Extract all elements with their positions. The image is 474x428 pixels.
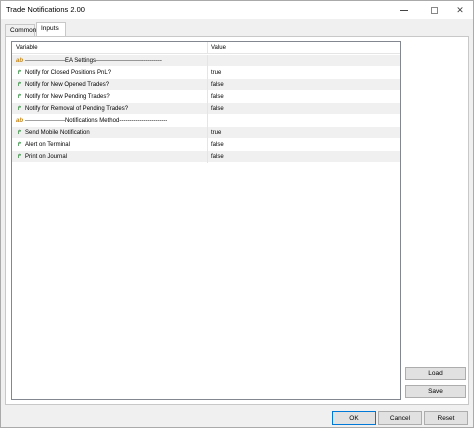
value-cell[interactable]: true — [211, 70, 221, 76]
grid-header: Variable Value — [12, 42, 400, 54]
variable-cell: Alert on Terminal — [25, 142, 70, 148]
table-row[interactable]: ab --------------------Notifications Meth… — [12, 115, 400, 127]
variable-cell: Send Mobile Notification — [25, 130, 90, 136]
variable-cell: Notify for New Pending Trades? — [25, 94, 110, 100]
table-row[interactable]: ab --------------------EA Settings-------… — [12, 55, 400, 67]
parameter-icon: ↱ — [16, 106, 23, 112]
table-row[interactable]: ↱ Notify for Removal of Pending Trades? fa… — [12, 103, 400, 115]
minimize-icon — [400, 9, 408, 11]
inputs-grid: Variable Value ab --------------------EA … — [11, 41, 401, 400]
cell-divider — [207, 139, 208, 151]
maximize-icon — [430, 6, 438, 14]
cell-divider — [207, 127, 208, 139]
variable-cell: Print on Journal — [25, 154, 68, 160]
ab-text-icon: ab — [15, 58, 23, 64]
cell-divider — [207, 91, 208, 103]
cell-divider — [207, 103, 208, 115]
variable-cell: --------------------Notifications Method… — [25, 118, 168, 124]
table-row[interactable]: ↱ Notify for Closed Positions PnL? true — [12, 67, 400, 79]
inputs-panel: Variable Value ab --------------------EA … — [5, 36, 469, 405]
cell-divider — [207, 67, 208, 79]
minimize-button[interactable] — [391, 1, 417, 19]
dialog-window: Trade Notifications 2.00 ✕ Common Inputs… — [0, 0, 474, 428]
table-row[interactable]: ↱ Send Mobile Notification true — [12, 127, 400, 139]
title-bar[interactable]: Trade Notifications 2.00 ✕ — [1, 1, 473, 19]
variable-cell: Notify for Closed Positions PnL? — [25, 70, 112, 76]
ok-button[interactable]: OK — [332, 411, 376, 425]
column-divider[interactable] — [207, 42, 208, 54]
cancel-button[interactable]: Cancel — [378, 411, 422, 425]
table-row[interactable]: ↱ Alert on Terminal false — [12, 139, 400, 151]
value-cell[interactable]: false — [211, 82, 224, 88]
cell-divider — [207, 151, 208, 163]
parameter-icon: ↱ — [16, 142, 23, 148]
table-row[interactable]: ↱ Notify for New Pending Trades? false — [12, 91, 400, 103]
value-cell[interactable]: true — [211, 130, 221, 136]
close-button[interactable]: ✕ — [447, 1, 473, 19]
parameter-icon: ↱ — [16, 130, 23, 136]
value-cell[interactable]: false — [211, 154, 224, 160]
tab-common[interactable]: Common — [5, 24, 36, 36]
cell-divider — [207, 55, 208, 67]
save-button[interactable]: Save — [405, 385, 466, 398]
value-cell[interactable]: false — [211, 106, 224, 112]
parameter-icon: ↱ — [16, 154, 23, 160]
close-icon: ✕ — [456, 4, 464, 15]
cell-divider — [207, 79, 208, 91]
column-header-variable[interactable]: Variable — [16, 45, 38, 51]
ab-text-icon: ab — [15, 118, 23, 124]
variable-cell: Notify for New Opened Trades? — [25, 82, 110, 88]
grid-rows: ab --------------------EA Settings-------… — [12, 55, 400, 163]
value-cell[interactable]: false — [211, 94, 224, 100]
variable-cell: --------------------EA Settings---------… — [25, 58, 162, 64]
column-header-value[interactable]: Value — [211, 45, 226, 51]
value-cell[interactable]: false — [211, 142, 224, 148]
window-title: Trade Notifications 2.00 — [6, 5, 85, 14]
reset-button[interactable]: Reset — [424, 411, 468, 425]
parameter-icon: ↱ — [16, 82, 23, 88]
tab-inputs[interactable]: Inputs — [36, 22, 66, 36]
parameter-icon: ↱ — [16, 94, 23, 100]
load-button[interactable]: Load — [405, 367, 466, 380]
parameter-icon: ↱ — [16, 70, 23, 76]
table-row[interactable]: ↱ Notify for New Opened Trades? false — [12, 79, 400, 91]
variable-cell: Notify for Removal of Pending Trades? — [25, 106, 129, 112]
cell-divider — [207, 115, 208, 127]
table-row[interactable]: ↱ Print on Journal false — [12, 151, 400, 163]
maximize-button[interactable] — [421, 1, 447, 19]
